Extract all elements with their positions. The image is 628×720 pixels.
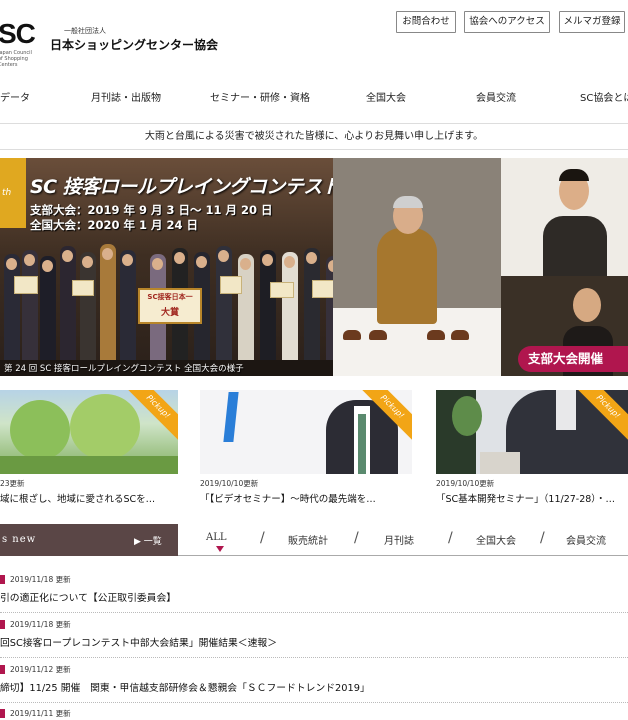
- news-date: 2019/11/18 更新: [10, 620, 71, 629]
- contact-button[interactable]: お問合わせ: [396, 11, 456, 33]
- hero-date-national: 全国大会：2020 年 1 月 24 日: [30, 218, 199, 232]
- prize-board: SC接客日本一 大賞: [138, 288, 202, 324]
- news-title[interactable]: 引の適正化について【公正取引委員会】: [0, 590, 176, 604]
- logo[interactable]: SC: [0, 18, 36, 50]
- tab-magazine[interactable]: 月刊誌: [384, 532, 414, 547]
- tab-member-exchange[interactable]: 会員交流: [566, 532, 606, 547]
- active-tab-marker: [216, 546, 224, 552]
- news-category-tag: [0, 575, 5, 584]
- nav-item-national-convention[interactable]: 全国大会: [366, 89, 406, 104]
- news-date: 2019/11/12 更新: [10, 665, 71, 674]
- news-tabs: ALL / 販売統計 / 月刊誌 / 全国大会 / 会員交流: [178, 524, 628, 556]
- nav-item-about[interactable]: SC協会とは: [580, 89, 628, 104]
- main-nav: データ 月刊誌・出版物 セミナー・研修・資格 全国大会 会員交流 SC協会とは: [0, 64, 628, 124]
- hero-title: SC 接客ロールプレイングコンテスト: [30, 176, 341, 198]
- prize-label: SC接客日本一: [147, 293, 193, 301]
- tab-all[interactable]: ALL: [206, 532, 227, 543]
- tab-separator: /: [354, 530, 359, 546]
- news-list-link[interactable]: ▶ 一覧: [134, 534, 162, 547]
- news-date: 2019/11/11 更新: [10, 709, 71, 718]
- nav-item-member-exchange[interactable]: 会員交流: [476, 89, 516, 104]
- card-date: 23更新: [0, 479, 25, 488]
- news-category-tag: [0, 620, 5, 629]
- card-image-park: Pickup!: [0, 390, 178, 474]
- pickup-card[interactable]: Pickup! 23更新 域に根ざし、地域に愛されるSCを…: [0, 390, 178, 510]
- card-image-development-seminar: Pickup!: [436, 390, 628, 474]
- access-button[interactable]: 協会へのアクセス: [464, 11, 550, 33]
- card-date: 2019/10/10更新: [436, 479, 495, 488]
- tab-separator: /: [540, 530, 545, 546]
- card-title[interactable]: 「SC基本開発セミナー」（11/27-28）・…: [436, 491, 628, 505]
- staff-image: [543, 216, 607, 276]
- hero-banner-branch[interactable]: [333, 158, 628, 376]
- tab-sales-stats[interactable]: 販売統計: [288, 532, 328, 547]
- card-image-seminar: Pickup!: [200, 390, 412, 474]
- whats-new-label: s new: [2, 534, 37, 545]
- newsletter-button[interactable]: メルマガ登録: [559, 11, 625, 33]
- tab-separator: /: [260, 530, 265, 546]
- hero-caption: 第 24 回 SC 接客ロールプレイングコンテスト 全国大会の様子: [4, 364, 244, 374]
- news-title[interactable]: 締切】11/25 開催 関東・甲信越支部研修会＆懇親会「ＳＣフードトレンド201…: [0, 680, 370, 694]
- org-type: 一般社団法人: [64, 27, 106, 35]
- branch-contest-badge[interactable]: 支部大会開催: [518, 346, 628, 372]
- nav-item-publications[interactable]: 月刊誌・出版物: [91, 89, 161, 104]
- hero-banner-contest[interactable]: th SC接客日本一 大賞 SC 接客ロールプレイングコンテスト 支部大会：20…: [0, 158, 356, 376]
- pickup-card[interactable]: Pickup! 2019/10/10更新 「【ビデオセミナー】～時代の最先端を…: [200, 390, 412, 510]
- news-date: 2019/11/18 更新: [10, 575, 71, 584]
- nav-item-seminars[interactable]: セミナー・研修・資格: [210, 89, 310, 104]
- news-category-tag: [0, 665, 5, 674]
- card-title[interactable]: 「【ビデオセミナー】～時代の最先端を…: [200, 491, 412, 505]
- anniversary-badge: th: [0, 158, 26, 228]
- tab-separator: /: [448, 530, 453, 546]
- disaster-notice: 大雨と台風による災害で被災された皆様に、心よりお見舞い申し上げます。: [0, 124, 628, 150]
- nav-item-data[interactable]: データ: [0, 89, 30, 104]
- hero-date-branch: 支部大会：2019 年 9 月 3 日～ 11 月 20 日: [30, 203, 273, 217]
- prize-sub: 大賞: [160, 308, 179, 318]
- site-header: SC Japan Council of Shopping Centers 一般社…: [0, 0, 628, 68]
- card-date: 2019/10/10更新: [200, 479, 259, 488]
- org-name[interactable]: 日本ショッピングセンター協会: [50, 36, 218, 53]
- news-title[interactable]: 回SC接客ロープレコンテスト中部大会結果」開催結果＜速報＞: [0, 635, 277, 649]
- news-category-tag: [0, 709, 5, 718]
- tab-national-convention[interactable]: 全国大会: [476, 532, 516, 547]
- whats-new-header: s new ▶ 一覧: [0, 524, 178, 556]
- card-title[interactable]: 域に根ざし、地域に愛されるSCを…: [0, 491, 178, 505]
- pickup-card[interactable]: Pickup! 2019/10/10更新 「SC基本開発セミナー」（11/27-…: [436, 390, 628, 510]
- presenter-image: [377, 228, 437, 324]
